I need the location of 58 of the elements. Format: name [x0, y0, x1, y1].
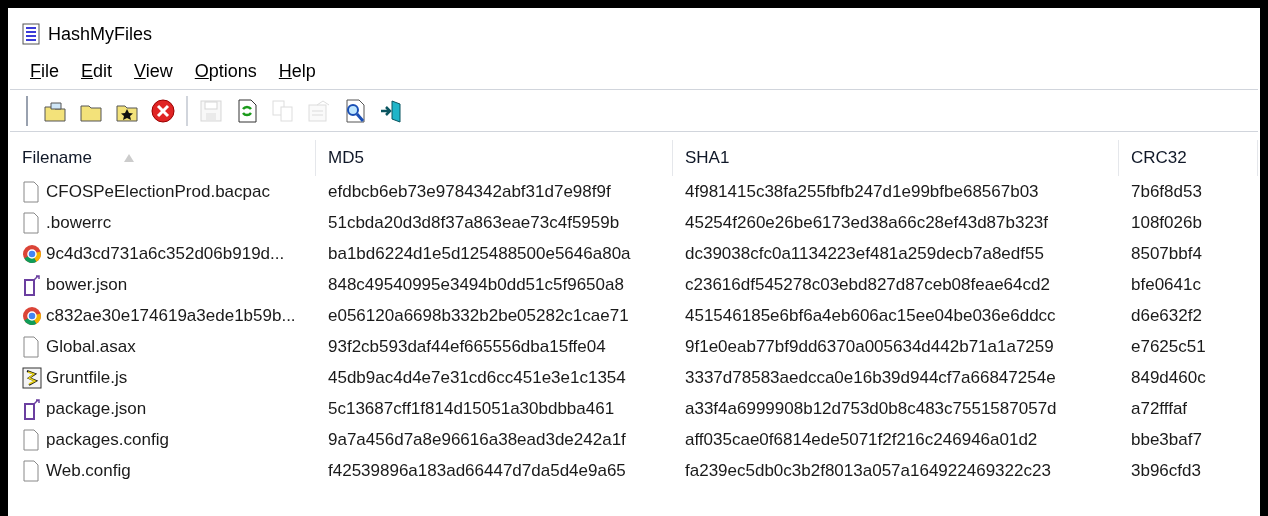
menu-item[interactable]: Options — [194, 58, 257, 85]
json-file-icon — [22, 273, 42, 296]
json-file-icon — [22, 397, 42, 420]
crc32-cell: 7b6f8d53 — [1131, 181, 1202, 201]
filename-cell-text: c832ae30e174619a3ede1b59b... — [46, 304, 296, 327]
sha1-cell: aff035cae0f6814ede5071f2f216c246946a01d2 — [685, 429, 1038, 449]
browser-icon — [22, 242, 42, 265]
crc32-cell: bfe0641c — [1131, 274, 1201, 294]
crc32-cell: bbe3baf7 — [1131, 429, 1202, 449]
crc32-cell: e7625c51 — [1131, 336, 1206, 356]
sha1-cell: dc39038cfc0a1134223ef481a259decb7a8edf55 — [685, 243, 1044, 263]
sha1-cell: 45254f260e26be6173ed38a66c28ef43d87b323f — [685, 212, 1049, 232]
menu-item[interactable]: View — [134, 58, 173, 85]
app-icon — [22, 23, 40, 45]
filename-cell-text: package.json — [46, 397, 147, 420]
md5-cell: 51cbda20d3d8f37a863eae73c4f5959b — [328, 212, 620, 232]
document-icon — [22, 211, 42, 234]
menu-item[interactable]: File — [30, 58, 59, 85]
sha1-cell: 9f1e0eab77bf9dd6370a005634d442b71a1a7259 — [685, 336, 1054, 356]
script-file-icon — [22, 366, 42, 389]
window-title: HashMyFiles — [48, 22, 153, 46]
crc32-cell: d6e632f2 — [1131, 305, 1202, 325]
filename-cell-text: bower.json — [46, 273, 128, 296]
md5-cell: f42539896a183ad66447d7da5d4e9a65 — [328, 460, 626, 480]
crc32-cell: a72fffaf — [1131, 398, 1188, 418]
sha1-cell: c23616df545278c03ebd827d87ceb08feae64cd2 — [685, 274, 1050, 294]
sha1-cell: a33f4a6999908b12d753d0b8c483c7551587057d — [685, 398, 1057, 418]
crc32-cell: 849d460c — [1131, 367, 1206, 387]
remove-icon[interactable] — [150, 96, 176, 125]
menu-item[interactable]: Edit — [81, 58, 113, 85]
md5-cell: 45db9ac4d4e7e31cd6cc451e3e1c1354 — [328, 367, 626, 387]
md5-cell: ba1bd6224d1e5d125488500e5646a80a — [328, 243, 631, 263]
filename-cell-text: 9c4d3cd731a6c352d06b919d... — [46, 242, 285, 265]
menu-item[interactable]: Help — [278, 58, 316, 85]
filename-cell-text: .bowerrc — [46, 211, 112, 234]
crc32-cell: 108f026b — [1131, 212, 1202, 232]
document-icon — [22, 428, 42, 451]
md5-cell: 9a7a456d7a8e96616a38ead3de242a1f — [328, 429, 626, 449]
document-icon — [22, 335, 42, 358]
sha1-cell: fa239ec5db0c3b2f8013a057a164922469322c23 — [685, 460, 1051, 480]
md5-cell: efdbcb6eb73e9784342abf31d7e98f9f — [328, 181, 611, 201]
sha1-cell: 3337d78583aedcca0e16b39d944cf7a66847254e — [685, 367, 1056, 387]
filename-cell-text: Global.asax — [46, 335, 136, 358]
md5-cell: 848c49540995e3494b0dd51c5f9650a8 — [328, 274, 624, 294]
crc32-cell: 3b96cfd3 — [1131, 460, 1201, 480]
md5-cell: 5c13687cff1f814d15051a30bdbba461 — [328, 398, 615, 418]
document-icon — [22, 459, 42, 482]
sha1-cell: 4f981415c38fa255fbfb247d1e99bfbe68567b03 — [685, 181, 1039, 201]
filename-cell-text: Gruntfile.js — [46, 366, 128, 389]
filename-cell-text: Web.config — [46, 459, 131, 482]
sha1-cell: 451546185e6bf6a4eb606ac15ee04be036e6ddcc — [685, 305, 1056, 325]
filename-cell-text: CFOSPeElectionProd.bacpac — [46, 180, 270, 203]
crc32-cell: 8507bbf4 — [1131, 243, 1202, 263]
filename-cell-text: packages.config — [46, 428, 169, 451]
document-icon — [22, 180, 42, 203]
md5-cell: e056120a6698b332b2be05282c1cae71 — [328, 305, 629, 325]
md5-cell: 93f2cb593daf44ef665556dba15ffe04 — [328, 336, 606, 356]
browser-icon — [22, 304, 42, 327]
